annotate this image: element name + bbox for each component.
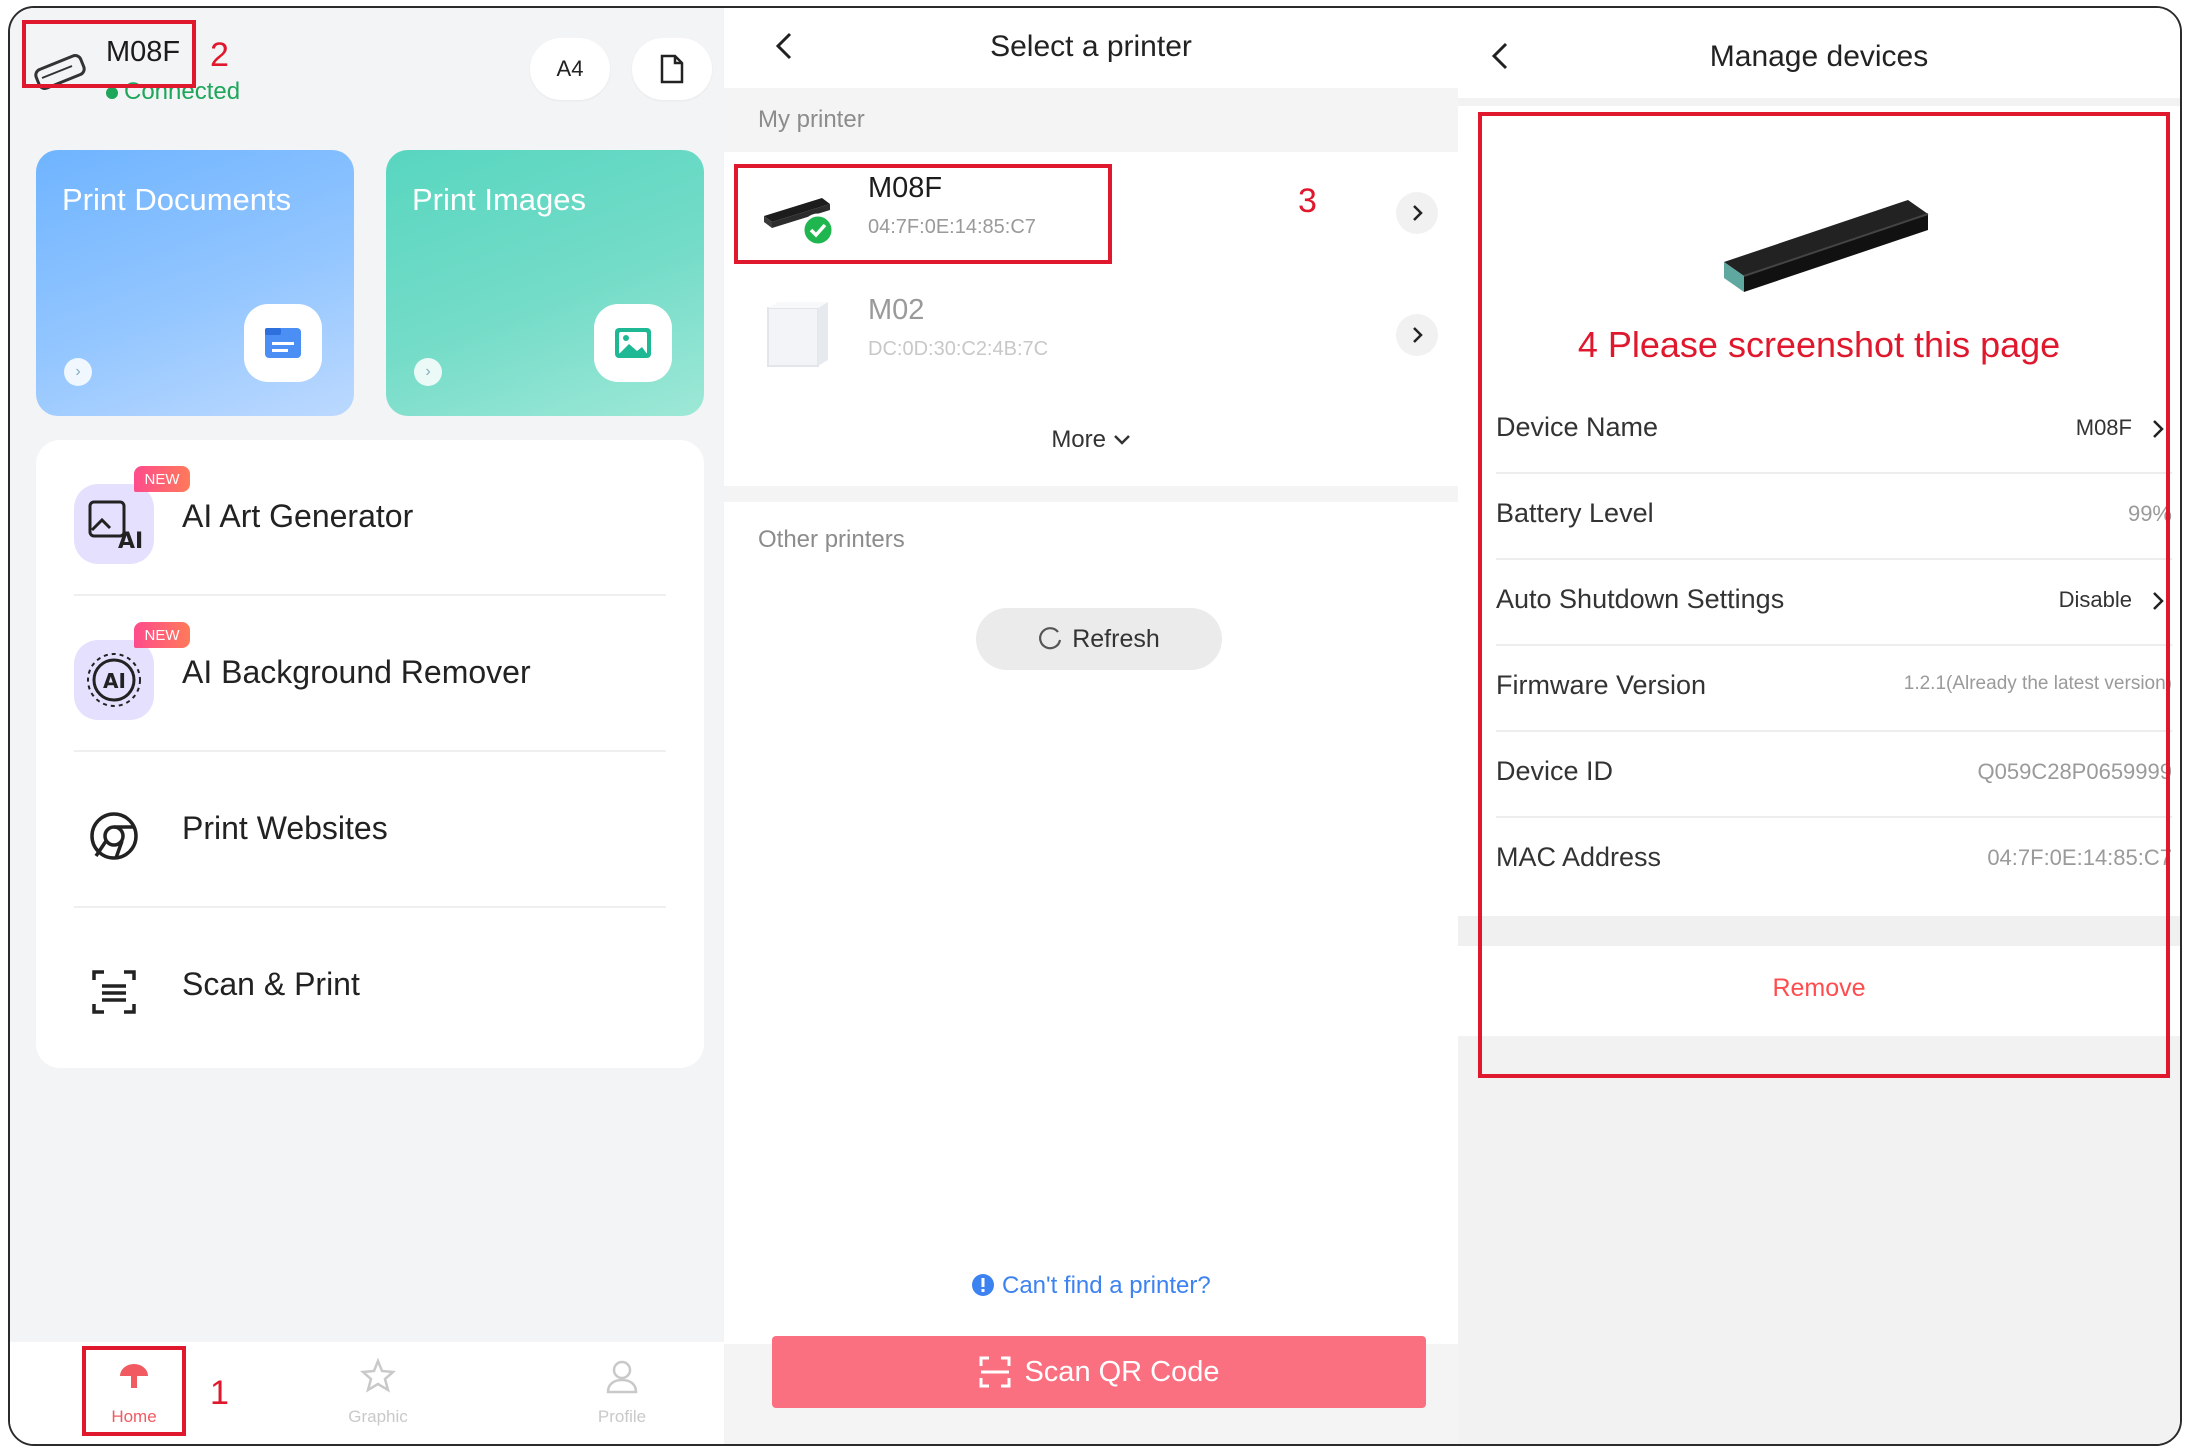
- feature-list: AI NEW AI Art Generator AI NEW AI Backgr…: [36, 440, 704, 1068]
- home-screen: M08F Connected A4 2 Print Documents › Pr…: [10, 8, 724, 1444]
- more-label: More: [1051, 426, 1106, 453]
- page-title: Manage devices: [1709, 40, 1929, 73]
- feature-label: Scan & Print: [182, 966, 360, 1002]
- highlight-box-2: [22, 20, 196, 88]
- scan-qr-button[interactable]: Scan QR Code: [772, 1336, 1426, 1408]
- image-icon: [594, 304, 672, 382]
- paper-size-button[interactable]: A4: [530, 38, 610, 100]
- other-printers-section: Other printers Refresh: [724, 502, 1458, 1344]
- screenshot-frame: M08F Connected A4 2 Print Documents › Pr…: [8, 6, 2182, 1446]
- annotation-3: 3: [1298, 182, 1317, 220]
- chevron-down-icon: [1113, 435, 1130, 445]
- section-label-other-printers: Other printers: [758, 526, 905, 553]
- cant-find-label: Can't find a printer?: [1001, 1272, 1211, 1299]
- tab-label: Profile: [597, 1407, 647, 1426]
- feature-ai-background-remover[interactable]: AI NEW AI Background Remover: [36, 596, 704, 752]
- refresh-label: Refresh: [1072, 624, 1160, 653]
- chevron-right-icon[interactable]: [1396, 314, 1438, 356]
- tab-profile[interactable]: Profile: [572, 1352, 672, 1432]
- highlight-box-1: [82, 1346, 186, 1436]
- chevron-right-icon: ›: [64, 358, 92, 386]
- feature-label: AI Background Remover: [182, 654, 531, 690]
- page-title: Select a printer: [990, 30, 1192, 63]
- highlight-box-3: [734, 164, 1112, 264]
- svg-text:AI: AI: [103, 669, 126, 693]
- document-icon: [660, 54, 684, 84]
- feature-ai-art-generator[interactable]: AI NEW AI Art Generator: [36, 440, 704, 596]
- printer-row[interactable]: M02 DC:0D:30:C2:4B:7C: [724, 274, 1458, 394]
- card-title: Print Documents: [62, 182, 292, 217]
- highlight-box-4: [1478, 112, 2170, 1078]
- print-documents-card[interactable]: Print Documents ›: [36, 150, 354, 416]
- feature-scan-print[interactable]: Scan & Print: [36, 908, 704, 1064]
- nav-bar: Manage devices: [1458, 8, 2180, 98]
- tab-graphic[interactable]: Graphic: [328, 1352, 428, 1432]
- document-button[interactable]: [632, 38, 712, 100]
- refresh-button[interactable]: Refresh: [976, 608, 1222, 670]
- printer-mac: DC:0D:30:C2:4B:7C: [868, 338, 1049, 360]
- scan-qr-label: Scan QR Code: [1024, 1355, 1220, 1388]
- chevron-right-icon[interactable]: [1396, 192, 1438, 234]
- ai-background-remover-icon: AI: [74, 640, 154, 720]
- refresh-icon: [1039, 627, 1062, 650]
- document-folder-icon: [244, 304, 322, 382]
- print-images-card[interactable]: Print Images ›: [386, 150, 704, 416]
- scan-qr-icon: [979, 1356, 1011, 1388]
- svg-text:AI: AI: [118, 529, 143, 554]
- chevron-right-icon: ›: [414, 358, 442, 386]
- nav-bar: Select a printer: [724, 8, 1458, 88]
- profile-icon: [606, 1360, 638, 1394]
- feature-label: AI Art Generator: [182, 498, 414, 534]
- annotation-2: 2: [210, 36, 229, 74]
- cant-find-printer-link[interactable]: Can't find a printer?: [724, 1272, 1458, 1300]
- feature-label: Print Websites: [182, 810, 388, 846]
- more-button[interactable]: More: [724, 426, 1458, 454]
- printer-name: M02: [868, 294, 925, 326]
- scan-icon: [74, 952, 154, 1032]
- select-printer-screen: Select a printer My printer M08F 04:7F:0…: [724, 8, 1458, 1444]
- info-icon: [972, 1274, 995, 1296]
- browser-icon: [74, 796, 154, 876]
- feature-print-websites[interactable]: Print Websites: [36, 752, 704, 908]
- graphic-icon: [359, 1357, 397, 1393]
- ai-art-icon: AI: [74, 484, 154, 564]
- new-badge: NEW: [134, 622, 190, 648]
- manage-devices-screen: Manage devices 4 Please screenshot this …: [1458, 8, 2180, 1444]
- status-dot: [106, 86, 118, 99]
- annotation-1: 1: [210, 1374, 229, 1412]
- card-title: Print Images: [412, 182, 587, 217]
- new-badge: NEW: [134, 466, 190, 492]
- printer-thumbnail: [758, 298, 838, 370]
- section-label-my-printer: My printer: [758, 106, 865, 133]
- tab-label: Graphic: [348, 1407, 408, 1426]
